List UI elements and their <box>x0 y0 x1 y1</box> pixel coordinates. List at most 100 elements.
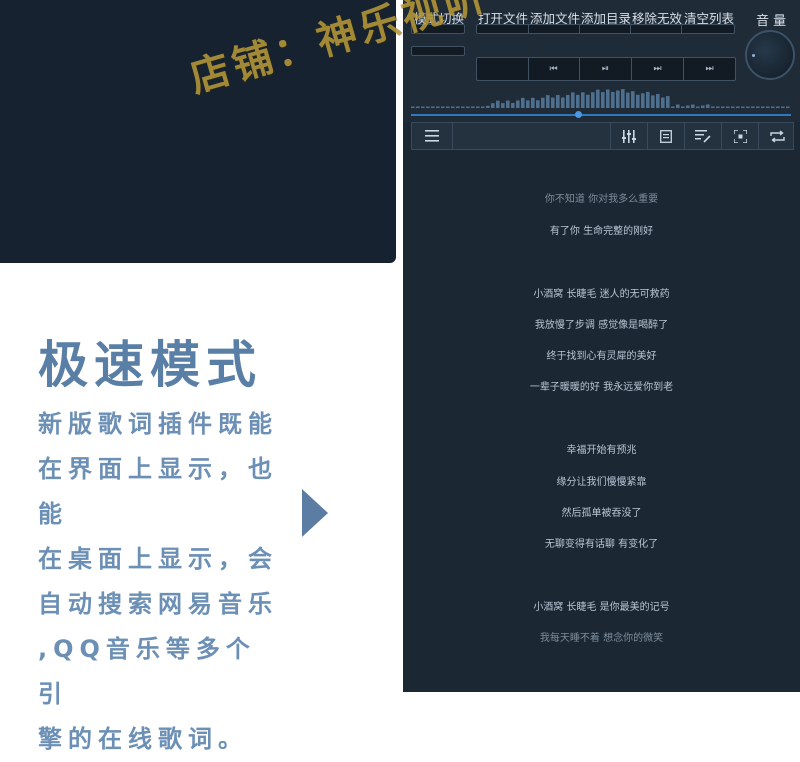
lyric-line: 无聊变得有话聊 有变化了 <box>544 539 659 550</box>
previous-icon[interactable]: ⏮ <box>528 58 580 80</box>
spectrum-bar <box>691 104 695 108</box>
music-player: 模式切换 打开文件 添加文件 添加目录 移除无效 清空列表 音 量 ⏮ ⏯ ⏭ … <box>403 0 800 692</box>
spectrum-bar <box>531 97 535 108</box>
spectrum-bar <box>741 106 745 108</box>
spectrum-bar <box>696 106 700 108</box>
spectrum-bar <box>501 103 505 108</box>
promo-description: 新版歌词插件既能 在界面上显示，也能 在桌面上显示，会 自动搜索网易音乐 ,QQ… <box>38 410 278 753</box>
spectrum-bar <box>576 94 580 108</box>
spectrum-bar <box>711 106 715 108</box>
spectrum-bar <box>516 100 520 108</box>
spectrum-bar <box>751 106 755 108</box>
spectrum-bar <box>636 94 640 108</box>
skip-icon[interactable]: ⏭ <box>684 58 735 80</box>
lyric-line: 终于找到心有灵犀的美好 <box>546 351 657 362</box>
spectrum-bar <box>756 106 760 108</box>
lyric-line: 幸福开始有预兆 <box>566 445 637 456</box>
spectrum-bar <box>511 103 515 108</box>
edit-lyrics-icon[interactable] <box>685 123 721 149</box>
spectrum-bar <box>731 106 735 108</box>
spectrum-bar <box>761 106 765 108</box>
spectrum-bar <box>566 94 570 108</box>
spectrum-bar <box>646 91 650 108</box>
fullscreen-icon[interactable] <box>722 123 758 149</box>
spectrum-bar <box>471 106 475 108</box>
next-icon[interactable]: ⏭ <box>632 58 684 80</box>
spectrum-bar <box>486 105 490 108</box>
spectrum-bar <box>586 94 590 108</box>
spectrum-bar <box>451 106 455 108</box>
spectrum-bar <box>536 100 540 108</box>
spectrum-bar <box>681 106 685 108</box>
spectrum-bar <box>716 106 720 108</box>
spectrum-bar <box>561 97 565 108</box>
spectrum-bar <box>656 93 660 108</box>
spectrum-bar <box>726 106 730 108</box>
spectrum-bar <box>431 106 435 108</box>
volume-knob-indicator <box>752 54 755 57</box>
spectrum-bar <box>781 106 785 108</box>
spectrum-bar <box>721 106 725 108</box>
spectrum-bar <box>661 97 665 108</box>
spectrum-bar <box>546 95 550 108</box>
spectrum-bar <box>456 106 460 108</box>
spectrum-bar <box>446 106 450 108</box>
lyric-line: 你不知道 你对我多么重要 <box>544 194 659 205</box>
lyric-line: 我放慢了步调 感觉像是喝醉了 <box>534 320 669 331</box>
lyric-line: 缘分让我们慢慢紧靠 <box>556 477 647 488</box>
playlist-icon[interactable] <box>648 123 684 149</box>
spectrum-bar <box>556 95 560 108</box>
spectrum-bar <box>666 96 670 108</box>
spectrum-bar <box>541 97 545 108</box>
spectrum-bar <box>686 105 690 108</box>
play-pause-icon[interactable]: ⏯ <box>580 58 632 80</box>
spectrum-bar <box>421 106 425 108</box>
spectrum-bar <box>626 92 630 108</box>
spectrum-bar <box>776 106 780 108</box>
spectrum-bar <box>411 106 415 108</box>
spectrum-bar <box>481 106 485 108</box>
playback-controls: ⏮ ⏯ ⏭ ⏭ <box>476 57 736 81</box>
spectrum-bar <box>551 97 555 108</box>
spectrum-bar <box>491 103 495 108</box>
spectrum-bar <box>611 92 615 108</box>
spectrum-bar <box>476 106 480 108</box>
spectrum-bar <box>526 100 530 108</box>
spectrum-bar <box>631 91 635 108</box>
empty-control-slot <box>477 58 529 80</box>
spectrum-bar <box>521 97 525 108</box>
lyric-line: 小酒窝 长睫毛 是你最美的记号 <box>533 602 670 613</box>
spectrum-bar <box>736 106 740 108</box>
promo-title: 极速模式 <box>38 336 262 394</box>
spectrum-bar <box>436 106 440 108</box>
seek-handle[interactable] <box>575 111 583 118</box>
spectrum-bar <box>426 106 430 108</box>
spectrum-bar <box>496 100 500 108</box>
seek-bar[interactable] <box>411 114 791 116</box>
menu-icon[interactable] <box>414 123 450 149</box>
spectrum-bar <box>506 100 510 108</box>
player-toolbar <box>411 122 794 150</box>
spectrum-bar <box>571 92 575 108</box>
spectrum-bar <box>671 106 675 108</box>
file-tools-slot <box>476 24 735 34</box>
spectrum-bar <box>416 106 420 108</box>
equalizer-icon[interactable] <box>611 123 647 149</box>
spectrum-bar <box>701 105 705 108</box>
repeat-icon[interactable] <box>759 123 795 149</box>
spectrum-bar <box>581 92 585 108</box>
lyric-line: 有了你 生命完整的刚好 <box>549 226 654 237</box>
volume-knob[interactable] <box>745 30 795 80</box>
spectrum-bar <box>771 106 775 108</box>
lyric-line: 我每天睡不着 想念你的微笑 <box>539 633 664 644</box>
volume-label: 音 量 <box>756 14 787 29</box>
spectrum-bar <box>766 106 770 108</box>
lyric-line: 小酒窝 长睫毛 迷人的无可救药 <box>533 289 670 300</box>
spectrum-bar <box>466 106 470 108</box>
spectrum-bar <box>621 89 625 108</box>
spectrum-visualizer <box>411 89 790 108</box>
status-slot <box>411 46 465 56</box>
arrow-right-icon <box>302 489 328 537</box>
spectrum-bar <box>641 93 645 108</box>
spectrum-bar <box>746 106 750 108</box>
